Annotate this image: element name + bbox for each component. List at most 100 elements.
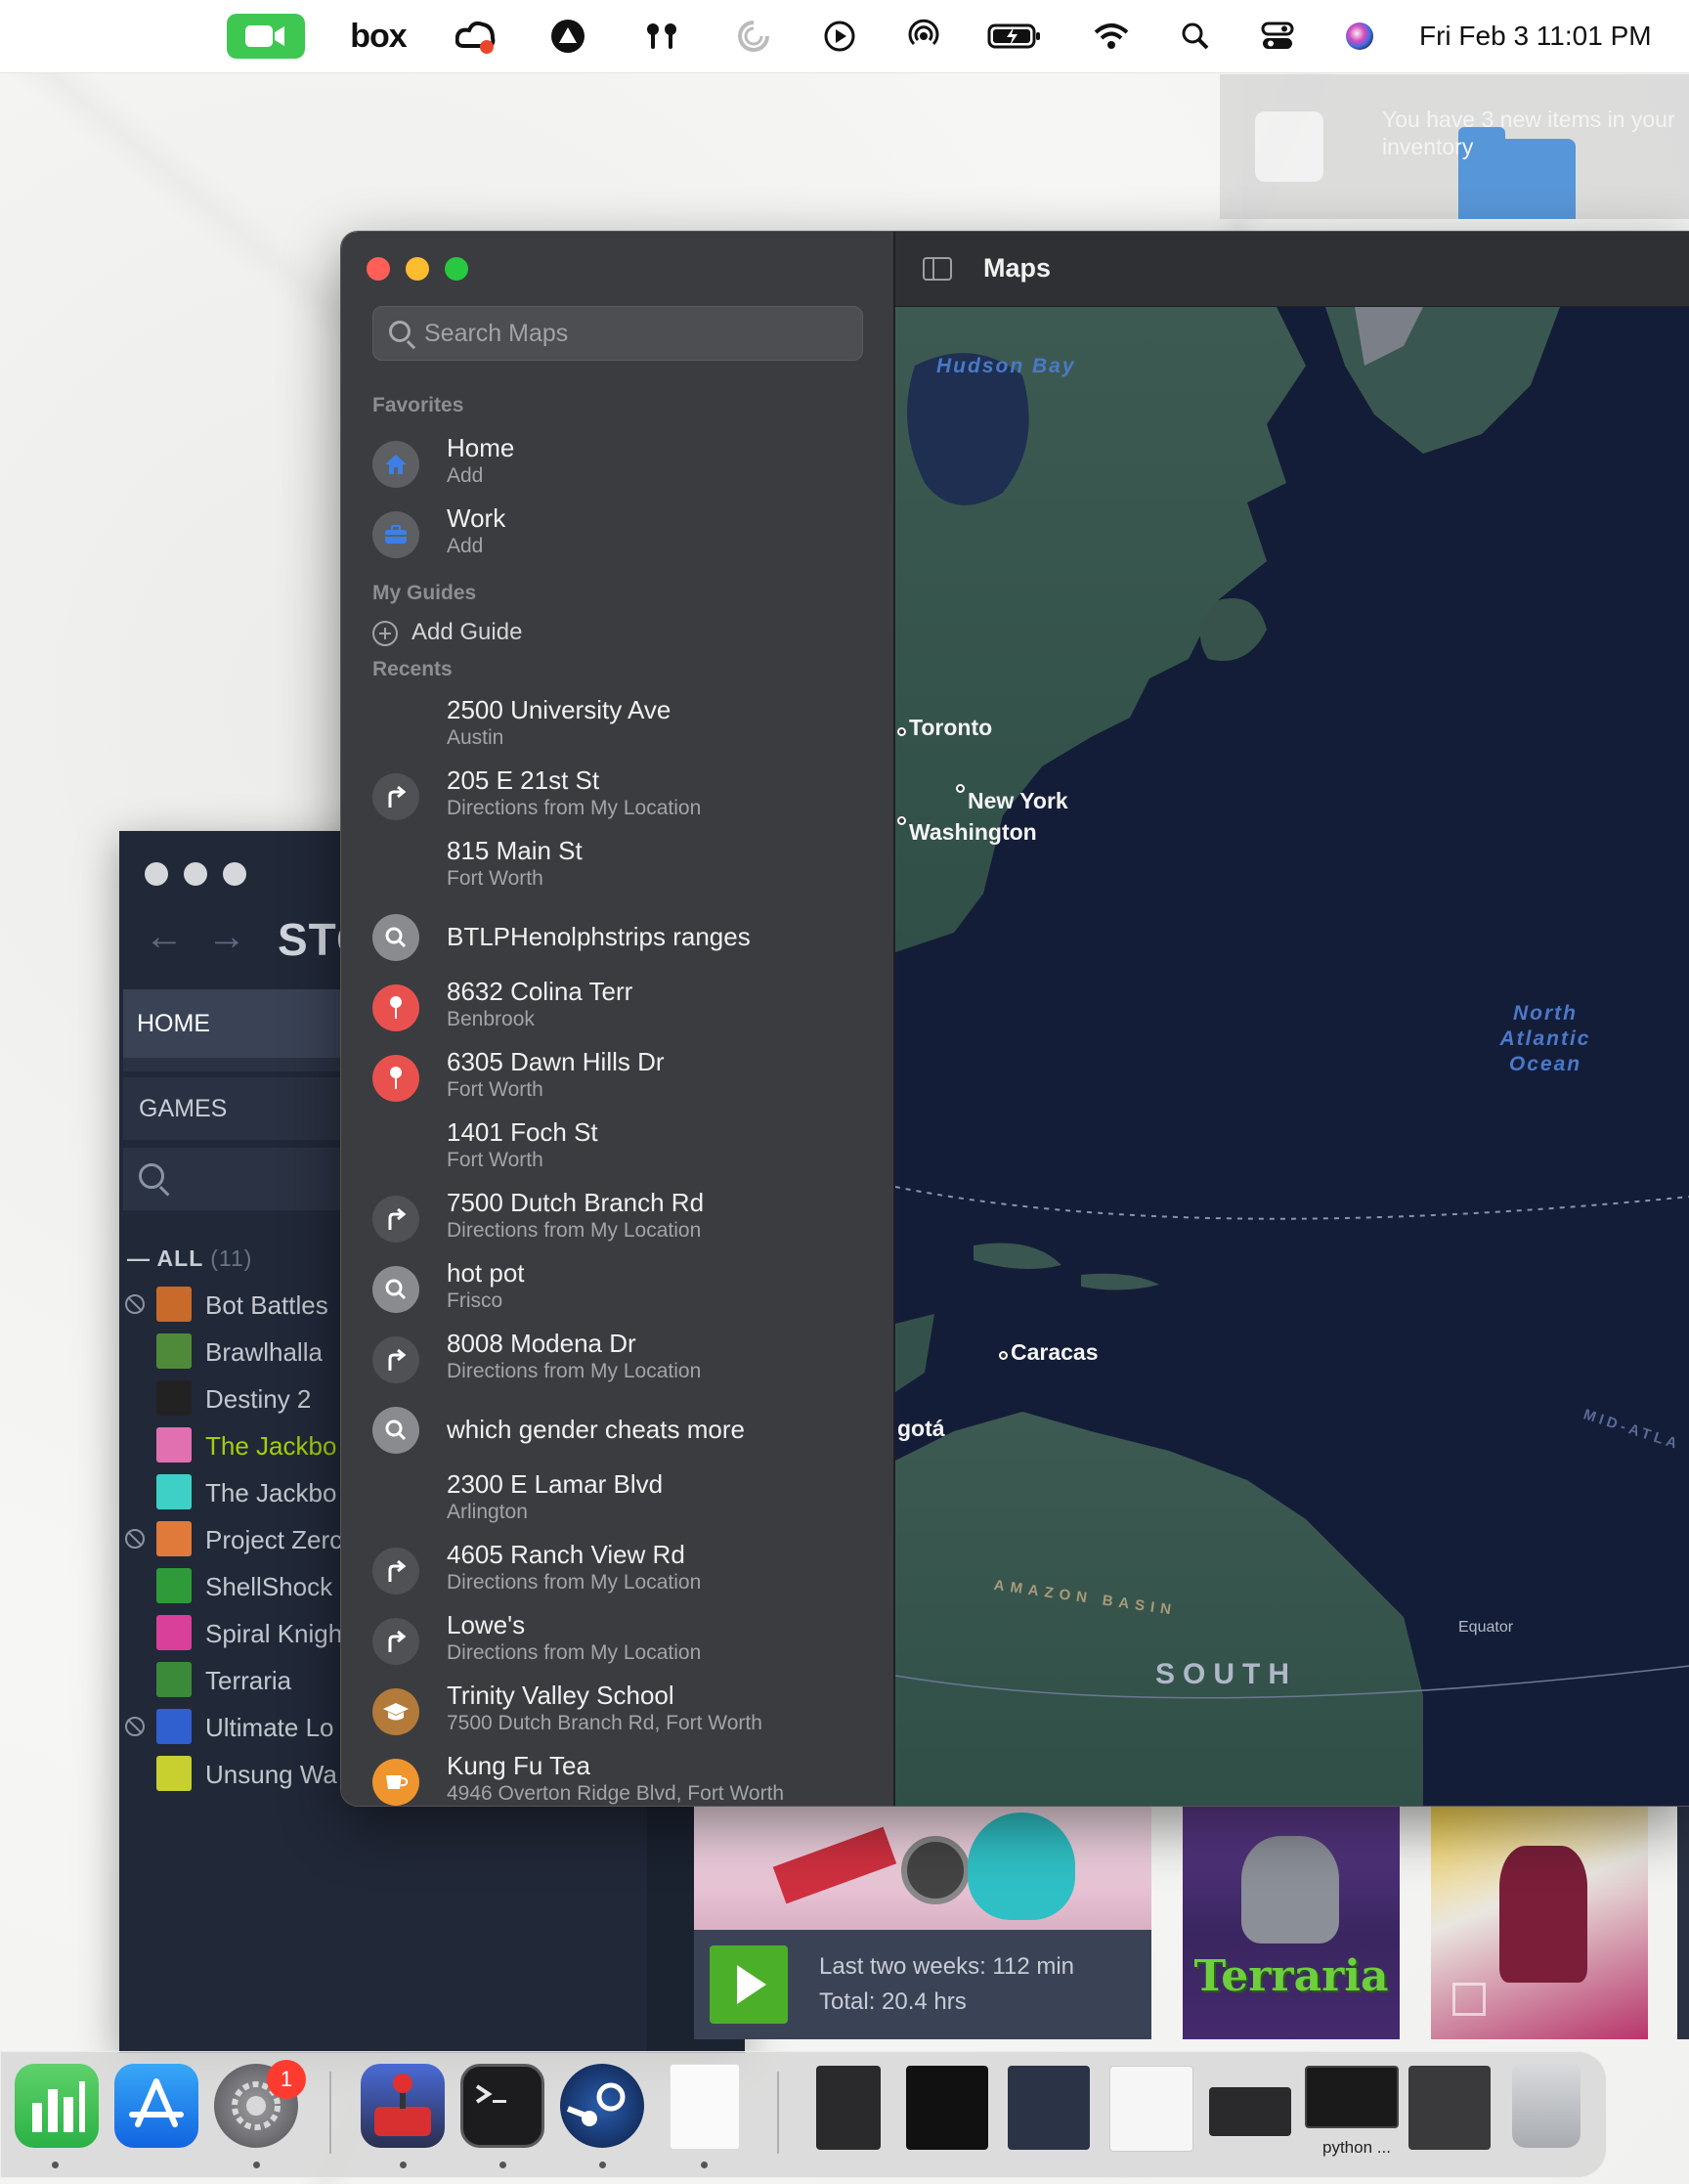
recent-item[interactable]: Lowe's Directions from My Location bbox=[372, 1608, 881, 1679]
recent-item[interactable]: 8008 Modena Dr Directions from My Locatio… bbox=[372, 1327, 881, 1397]
favorite-subtitle: Add bbox=[447, 535, 484, 557]
add-guide-button[interactable]: Add Guide bbox=[372, 617, 666, 652]
blank-document-icon[interactable] bbox=[670, 2064, 740, 2150]
vpn-shield-icon[interactable] bbox=[547, 14, 588, 59]
airpods-icon[interactable] bbox=[641, 14, 682, 59]
last-two-weeks-stat: Last two weeks: 112 min bbox=[819, 1953, 1075, 1980]
brawlhalla-game-tile[interactable] bbox=[1431, 1807, 1648, 2039]
recent-subtitle: Arlington bbox=[447, 1501, 528, 1523]
map-label-washington[interactable]: Washington bbox=[909, 819, 1037, 846]
map-label-bogota[interactable]: gotá bbox=[897, 1416, 945, 1442]
map-canvas[interactable]: Hudson Bay North Atlantic Ocean Toronto … bbox=[895, 307, 1689, 1806]
recent-title: Lowe's bbox=[447, 1610, 526, 1639]
steam-zoom-button[interactable] bbox=[223, 862, 246, 886]
moon-loading-icon[interactable] bbox=[733, 14, 774, 59]
settings-badge: 1 bbox=[267, 2060, 306, 2099]
game-thumbnail bbox=[156, 1380, 192, 1416]
directions-arrow-icon bbox=[372, 1618, 419, 1665]
city-dot bbox=[956, 784, 965, 793]
recent-item[interactable]: 2500 University Ave Austin bbox=[372, 693, 881, 764]
search-maps-field[interactable]: Search Maps bbox=[372, 306, 863, 361]
minimized-window-game[interactable] bbox=[1209, 2087, 1291, 2136]
map-label-hudson-bay: Hudson Bay bbox=[936, 355, 1076, 377]
favorite-work[interactable]: Work Add bbox=[372, 502, 881, 572]
forward-arrow-icon[interactable]: → bbox=[207, 915, 246, 959]
recent-item[interactable]: 815 Main St Fort Worth bbox=[372, 834, 881, 904]
recent-item[interactable]: hot pot Frisco bbox=[372, 1256, 881, 1327]
box-logo[interactable]: box bbox=[344, 14, 412, 59]
minimized-window-messages[interactable] bbox=[1008, 2066, 1090, 2150]
plus-circle-icon bbox=[372, 621, 398, 646]
menu-bar-clock[interactable]: Fri Feb 3 11:01 PM bbox=[1419, 14, 1683, 59]
recent-subtitle: Fort Worth bbox=[447, 867, 543, 890]
spotlight-search-icon[interactable] bbox=[1175, 14, 1216, 59]
close-button[interactable] bbox=[367, 257, 390, 281]
control-center-icon[interactable] bbox=[1257, 14, 1298, 59]
inventory-notification[interactable]: You have 3 new items in your inventory bbox=[1220, 74, 1689, 219]
recent-title: 1401 Foch St bbox=[447, 1117, 598, 1147]
recent-item[interactable]: BTLPHenolphstrips ranges bbox=[372, 904, 881, 975]
running-indicator bbox=[52, 2162, 59, 2168]
game-thumbnail bbox=[156, 1474, 192, 1509]
steam-close-button[interactable] bbox=[145, 862, 168, 886]
map-label-caracas[interactable]: Caracas bbox=[1011, 1339, 1099, 1366]
recent-item[interactable]: 1401 Foch St Fort Worth bbox=[372, 1115, 881, 1186]
minimized-window-notes[interactable] bbox=[816, 2066, 881, 2150]
briefcase-icon bbox=[372, 511, 419, 558]
running-indicator bbox=[499, 2162, 506, 2168]
recent-item[interactable]: 2300 E Lamar Blvd Arlington bbox=[372, 1467, 881, 1538]
creative-cloud-icon[interactable] bbox=[455, 14, 497, 59]
school-cap-icon bbox=[372, 1688, 419, 1735]
minimized-window-python[interactable] bbox=[1305, 2066, 1399, 2128]
siri-icon[interactable] bbox=[1339, 14, 1380, 59]
numbers-app-icon[interactable] bbox=[15, 2064, 99, 2148]
map-label-toronto[interactable]: Toronto bbox=[909, 715, 992, 741]
map-label-equator: Equator bbox=[1458, 1619, 1514, 1636]
trash-icon[interactable] bbox=[1512, 2064, 1581, 2148]
terraria-game-tile[interactable]: Terraria bbox=[1183, 1807, 1400, 2039]
recent-item[interactable]: 205 E 21st St Directions from My Location bbox=[372, 764, 881, 834]
city-dot bbox=[897, 816, 906, 825]
facetime-video-icon[interactable] bbox=[227, 14, 305, 59]
wifi-icon[interactable] bbox=[1091, 14, 1132, 59]
app-store-icon[interactable] bbox=[114, 2064, 198, 2148]
recent-title: hot pot bbox=[447, 1258, 525, 1288]
favorite-home[interactable]: Home Add bbox=[372, 431, 881, 502]
game-title: Unsung Wa bbox=[205, 1760, 337, 1789]
recent-item[interactable]: 7500 Dutch Branch Rd Directions from My L… bbox=[372, 1186, 881, 1256]
recent-item[interactable]: 4605 Ranch View Rd Directions from My Loc… bbox=[372, 1538, 881, 1608]
map-label-new-york[interactable]: New York bbox=[968, 788, 1068, 814]
airdrop-icon[interactable] bbox=[903, 14, 944, 59]
steam-featured-game-art[interactable] bbox=[694, 1807, 1151, 1930]
joystick-game-icon[interactable] bbox=[361, 2064, 445, 2148]
play-circle-icon[interactable] bbox=[819, 14, 860, 59]
next-game-tile-edge[interactable] bbox=[1677, 1807, 1689, 2039]
minimize-button[interactable] bbox=[406, 257, 429, 281]
recent-subtitle: Directions from My Location bbox=[447, 797, 702, 819]
terminal-icon[interactable] bbox=[460, 2064, 544, 2148]
minimized-window-system-settings[interactable] bbox=[1408, 2066, 1491, 2150]
game-title: ShellShock bbox=[205, 1572, 333, 1601]
minimized-window-chrome[interactable] bbox=[906, 2066, 988, 2150]
recent-item[interactable]: 8632 Colina Terr Benbrook bbox=[372, 975, 881, 1045]
play-button[interactable] bbox=[710, 1945, 788, 2024]
sidebar-toggle-icon[interactable] bbox=[923, 257, 952, 281]
map-label-south: SOUTH bbox=[1155, 1658, 1297, 1690]
search-icon bbox=[372, 1407, 419, 1454]
blocked-icon bbox=[125, 1717, 145, 1736]
maps-sidebar: Search Maps Favorites Home Add Work Add … bbox=[341, 232, 893, 1806]
minimized-window-chrome-doc[interactable] bbox=[1109, 2066, 1193, 2152]
recent-item[interactable]: 6305 Dawn Hills Dr Fort Worth bbox=[372, 1045, 881, 1115]
recent-item[interactable]: which gender cheats more bbox=[372, 1397, 881, 1467]
steam-all-collapse[interactable]: — ALL (11) bbox=[127, 1245, 252, 1272]
battery-charging-icon[interactable] bbox=[987, 14, 1042, 59]
back-arrow-icon[interactable]: ← bbox=[145, 915, 184, 959]
recent-item[interactable]: Kung Fu Tea 4946 Overton Ridge Blvd, Fort… bbox=[372, 1749, 881, 1806]
recent-item[interactable]: Trinity Valley School 7500 Dutch Branch R… bbox=[372, 1679, 881, 1749]
zoom-button[interactable] bbox=[445, 257, 468, 281]
steam-minimize-button[interactable] bbox=[184, 862, 207, 886]
steam-app-icon[interactable] bbox=[560, 2064, 644, 2148]
game-thumbnail bbox=[156, 1287, 192, 1322]
notification-text: You have 3 new items in your inventory bbox=[1382, 107, 1675, 159]
game-title: Destiny 2 bbox=[205, 1384, 312, 1414]
